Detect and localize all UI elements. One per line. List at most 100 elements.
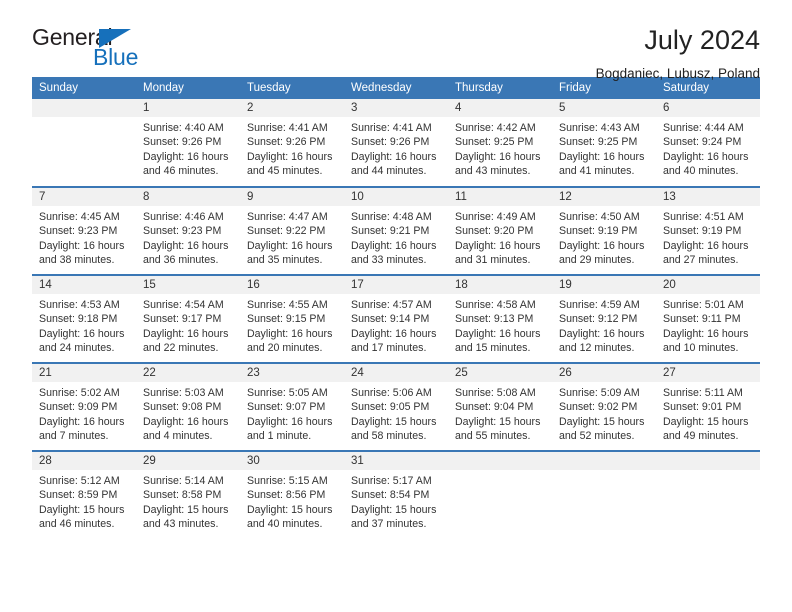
calendar-day-cell[interactable]: 17 Sunrise: 4:57 AM Sunset: 9:14 PM Dayligh… [344, 274, 448, 363]
day-number: 26 [552, 364, 656, 382]
sunset-time: Sunset: 8:54 PM [351, 489, 430, 502]
daylight-duration-line1: Daylight: 16 hours [663, 327, 749, 340]
day-number [552, 452, 656, 470]
calendar-day-cell[interactable]: 9 Sunrise: 4:47 AM Sunset: 9:22 PM Daylight… [240, 186, 344, 275]
sunset-time: Sunset: 9:01 PM [663, 401, 742, 414]
calendar-day-cell[interactable]: 29 Sunrise: 5:14 AM Sunset: 8:58 PM Dayligh… [136, 450, 240, 539]
daylight-duration-line1: Daylight: 16 hours [39, 239, 125, 252]
daylight-duration-line2: and 15 minutes. [455, 342, 531, 355]
calendar-day-cell[interactable]: 31 Sunrise: 5:17 AM Sunset: 8:54 PM Dayligh… [344, 450, 448, 539]
calendar-day-cell[interactable]: 21 Sunrise: 5:02 AM Sunset: 9:09 PM Dayligh… [32, 362, 136, 451]
daylight-duration-line2: and 36 minutes. [143, 254, 219, 267]
calendar-day-cell[interactable]: 26 Sunrise: 5:09 AM Sunset: 9:02 PM Dayligh… [552, 362, 656, 451]
daylight-duration-line1: Daylight: 15 hours [351, 415, 437, 428]
day-details: Sunrise: 4:51 AM Sunset: 9:19 PM Daylight:… [656, 206, 760, 268]
calendar-day-cell[interactable]: 3 Sunrise: 4:41 AM Sunset: 9:26 PM Daylight… [344, 99, 448, 187]
calendar-day-cell[interactable]: 4 Sunrise: 4:42 AM Sunset: 9:25 PM Daylight… [448, 99, 552, 187]
day-number: 16 [240, 276, 344, 294]
calendar-day-cell[interactable]: 5 Sunrise: 4:43 AM Sunset: 9:25 PM Daylight… [552, 99, 656, 187]
calendar-day-cell[interactable]: 12 Sunrise: 4:50 AM Sunset: 9:19 PM Dayligh… [552, 186, 656, 275]
calendar-day-cell[interactable]: 7 Sunrise: 4:45 AM Sunset: 9:23 PM Daylight… [32, 186, 136, 275]
day-number: 14 [32, 276, 136, 294]
daylight-duration-line1: Daylight: 16 hours [663, 150, 749, 163]
day-details: Sunrise: 4:57 AM Sunset: 9:14 PM Daylight:… [344, 294, 448, 356]
day-number [32, 99, 136, 117]
sunset-time: Sunset: 9:14 PM [351, 313, 430, 326]
day-details: Sunrise: 4:46 AM Sunset: 9:23 PM Daylight:… [136, 206, 240, 268]
calendar-day-cell[interactable]: 16 Sunrise: 4:55 AM Sunset: 9:15 PM Dayligh… [240, 274, 344, 363]
day-number: 12 [552, 188, 656, 206]
calendar-day-cell-empty [448, 450, 552, 539]
sunrise-time: Sunrise: 5:02 AM [39, 387, 120, 399]
day-number: 17 [344, 276, 448, 294]
sunset-time: Sunset: 9:25 PM [559, 136, 638, 149]
calendar-day-cell[interactable]: 1 Sunrise: 4:40 AM Sunset: 9:26 PM Daylight… [136, 99, 240, 187]
calendar-day-cell[interactable]: 15 Sunrise: 4:54 AM Sunset: 9:17 PM Dayligh… [136, 274, 240, 363]
calendar-table: Sunday Monday Tuesday Wednesday Thursday… [32, 77, 760, 539]
day-number: 24 [344, 364, 448, 382]
day-number: 23 [240, 364, 344, 382]
calendar-day-cell[interactable]: 11 Sunrise: 4:49 AM Sunset: 9:20 PM Dayligh… [448, 186, 552, 275]
calendar-day-cell[interactable]: 23 Sunrise: 5:05 AM Sunset: 9:07 PM Dayligh… [240, 362, 344, 451]
day-details: Sunrise: 4:48 AM Sunset: 9:21 PM Daylight:… [344, 206, 448, 268]
day-details: Sunrise: 4:50 AM Sunset: 9:19 PM Daylight:… [552, 206, 656, 268]
general-blue-logo[interactable]: General Blue [32, 26, 172, 72]
daylight-duration-line2: and 20 minutes. [247, 342, 323, 355]
day-details: Sunrise: 5:01 AM Sunset: 9:11 PM Daylight:… [656, 294, 760, 356]
sunset-time: Sunset: 9:07 PM [247, 401, 326, 414]
calendar-day-cell-empty [656, 450, 760, 539]
page-title: July 2024 [644, 25, 760, 55]
daylight-duration-line1: Daylight: 15 hours [455, 415, 541, 428]
calendar-day-cell[interactable]: 8 Sunrise: 4:46 AM Sunset: 9:23 PM Daylight… [136, 186, 240, 275]
sunrise-time: Sunrise: 5:03 AM [143, 387, 224, 399]
day-details: Sunrise: 5:12 AM Sunset: 8:59 PM Daylight:… [32, 470, 136, 532]
page-header: General Blue July 2024 Bogdaniec, Lubusz… [32, 0, 760, 80]
calendar-day-cell[interactable]: 28 Sunrise: 5:12 AM Sunset: 8:59 PM Dayligh… [32, 450, 136, 539]
calendar-page: General Blue July 2024 Bogdaniec, Lubusz… [0, 0, 792, 612]
calendar-day-cell[interactable]: 6 Sunrise: 4:44 AM Sunset: 9:24 PM Daylight… [656, 99, 760, 187]
calendar-day-cell[interactable]: 20 Sunrise: 5:01 AM Sunset: 9:11 PM Dayligh… [656, 274, 760, 363]
calendar-day-cell[interactable]: 30 Sunrise: 5:15 AM Sunset: 8:56 PM Dayligh… [240, 450, 344, 539]
calendar-day-cell[interactable]: 2 Sunrise: 4:41 AM Sunset: 9:26 PM Daylight… [240, 99, 344, 187]
day-number: 20 [656, 276, 760, 294]
day-number: 1 [136, 99, 240, 117]
sunrise-time: Sunrise: 5:05 AM [247, 387, 328, 399]
daylight-duration-line1: Daylight: 15 hours [247, 503, 333, 516]
daylight-duration-line1: Daylight: 16 hours [351, 150, 437, 163]
daylight-duration-line2: and 10 minutes. [663, 342, 739, 355]
sunset-time: Sunset: 9:04 PM [455, 401, 534, 414]
calendar-day-cell[interactable]: 14 Sunrise: 4:53 AM Sunset: 9:18 PM Dayligh… [32, 274, 136, 363]
sunset-time: Sunset: 9:02 PM [559, 401, 638, 414]
day-details [552, 470, 656, 474]
calendar-day-cell[interactable]: 19 Sunrise: 4:59 AM Sunset: 9:12 PM Dayligh… [552, 274, 656, 363]
calendar-day-cell[interactable]: 18 Sunrise: 4:58 AM Sunset: 9:13 PM Dayligh… [448, 274, 552, 363]
calendar-day-cell[interactable]: 24 Sunrise: 5:06 AM Sunset: 9:05 PM Dayligh… [344, 362, 448, 451]
day-number: 29 [136, 452, 240, 470]
day-details: Sunrise: 5:14 AM Sunset: 8:58 PM Daylight:… [136, 470, 240, 532]
day-details: Sunrise: 5:08 AM Sunset: 9:04 PM Daylight:… [448, 382, 552, 444]
daylight-duration-line1: Daylight: 16 hours [559, 239, 645, 252]
calendar-day-cell[interactable]: 25 Sunrise: 5:08 AM Sunset: 9:04 PM Dayligh… [448, 362, 552, 451]
daylight-duration-line2: and 31 minutes. [455, 254, 531, 267]
daylight-duration-line2: and 43 minutes. [143, 518, 219, 531]
day-number: 19 [552, 276, 656, 294]
calendar-day-cell-empty [552, 450, 656, 539]
daylight-duration-line2: and 43 minutes. [455, 165, 531, 178]
daylight-duration-line2: and 35 minutes. [247, 254, 323, 267]
calendar-day-cell[interactable]: 22 Sunrise: 5:03 AM Sunset: 9:08 PM Dayligh… [136, 362, 240, 451]
day-details: Sunrise: 4:41 AM Sunset: 9:26 PM Daylight:… [240, 117, 344, 179]
calendar-week-row: 14 Sunrise: 4:53 AM Sunset: 9:18 PM Dayligh… [32, 274, 760, 363]
day-details: Sunrise: 4:45 AM Sunset: 9:23 PM Daylight:… [32, 206, 136, 268]
daylight-duration-line1: Daylight: 16 hours [39, 415, 125, 428]
weekday-header-tuesday: Tuesday [240, 77, 344, 99]
daylight-duration-line1: Daylight: 15 hours [663, 415, 749, 428]
daylight-duration-line2: and 41 minutes. [559, 165, 635, 178]
day-details: Sunrise: 5:15 AM Sunset: 8:56 PM Daylight:… [240, 470, 344, 532]
weekday-header-thursday: Thursday [448, 77, 552, 99]
calendar-day-cell[interactable]: 13 Sunrise: 4:51 AM Sunset: 9:19 PM Dayligh… [656, 186, 760, 275]
calendar-day-cell[interactable]: 27 Sunrise: 5:11 AM Sunset: 9:01 PM Dayligh… [656, 362, 760, 451]
sunrise-time: Sunrise: 4:42 AM [455, 122, 536, 134]
daylight-duration-line2: and 24 minutes. [39, 342, 115, 355]
weekday-header-sunday: Sunday [32, 77, 136, 99]
calendar-day-cell[interactable]: 10 Sunrise: 4:48 AM Sunset: 9:21 PM Dayligh… [344, 186, 448, 275]
